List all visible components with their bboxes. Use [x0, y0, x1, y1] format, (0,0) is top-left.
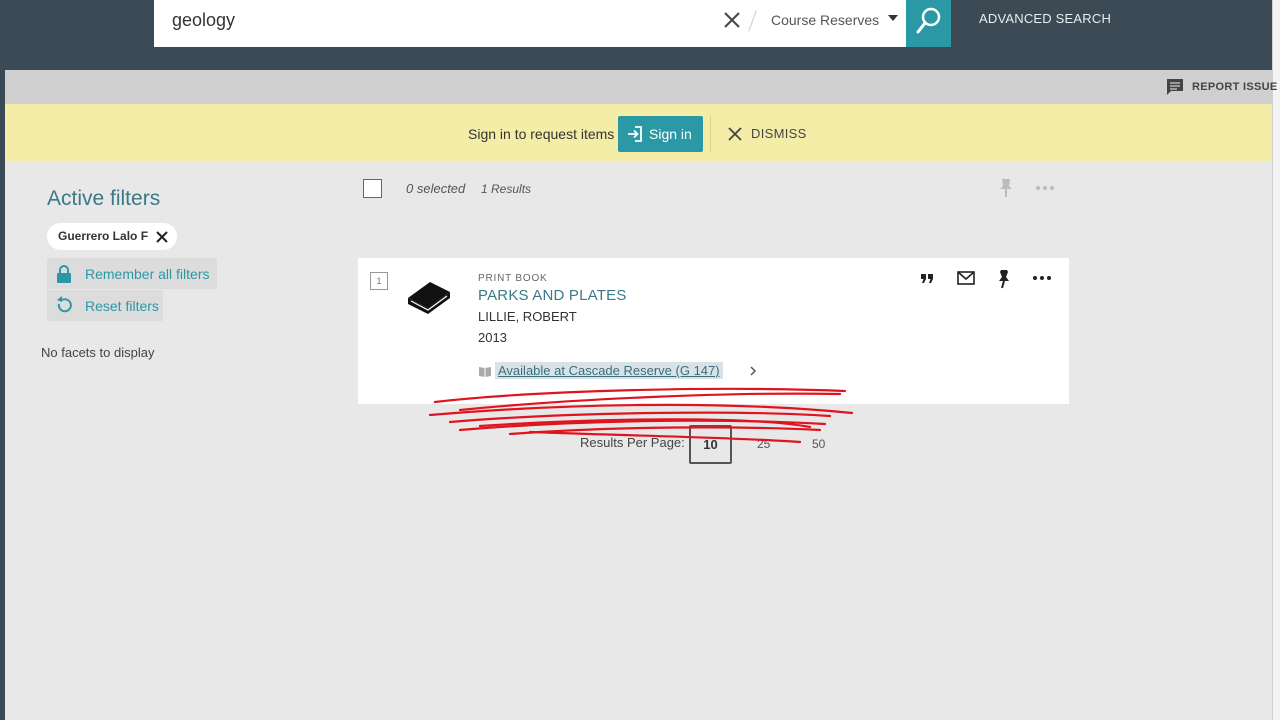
report-issue-label: REPORT ISSUE	[1192, 81, 1278, 93]
filter-chip: Guerrero Lalo F	[47, 223, 177, 250]
card-actions	[918, 269, 1058, 289]
remove-filter-icon[interactable]	[156, 231, 168, 243]
top-header: geology Course Reserves ADVANCED SEARCH	[5, 0, 1272, 70]
results-per-page-10[interactable]: 10	[689, 425, 732, 464]
signin-label: Sign in	[649, 126, 692, 142]
banner-divider	[710, 116, 711, 152]
clear-search-icon[interactable]	[720, 8, 744, 32]
lock-icon	[57, 265, 71, 283]
scope-select[interactable]: Course Reserves	[759, 0, 906, 40]
chevron-right-icon[interactable]	[748, 365, 758, 377]
scope-label: Course Reserves	[771, 12, 880, 28]
dismiss-label: DISMISS	[751, 126, 807, 141]
item-author: LILLIE, ROBERT	[478, 309, 577, 324]
caret-down-icon	[888, 15, 898, 21]
email-icon[interactable]	[956, 269, 976, 287]
signin-button[interactable]: Sign in	[618, 116, 703, 152]
select-all-checkbox[interactable]	[363, 179, 382, 198]
advanced-search-link[interactable]: ADVANCED SEARCH	[979, 11, 1111, 26]
signin-banner: Sign in to request items Sign in DISMISS	[5, 104, 1272, 162]
comment-icon	[1167, 79, 1183, 95]
pin-icon[interactable]	[998, 178, 1014, 198]
citation-icon[interactable]	[918, 269, 936, 287]
availability-link[interactable]: Available at Cascade Reserve (G 147)	[495, 362, 723, 379]
results-count: 1 Results	[481, 182, 532, 196]
close-icon	[728, 127, 742, 141]
reset-icon	[57, 296, 72, 313]
item-type: PRINT BOOK	[478, 273, 548, 284]
window-frame-right	[1272, 0, 1280, 720]
signin-message: Sign in to request items	[468, 126, 615, 142]
result-card: 1 PRINT BOOK PARKS AND PLATES LILLIE, RO…	[358, 258, 1069, 404]
results-per-page-25[interactable]: 25	[757, 437, 770, 451]
report-bar: REPORT ISSUE	[5, 70, 1277, 104]
search-box: geology Course Reserves	[154, 0, 906, 47]
book-icon	[408, 282, 450, 314]
active-filters-title: Active filters	[47, 187, 161, 210]
reset-filters-button[interactable]: Reset filters	[47, 290, 163, 321]
remember-filters-button[interactable]: Remember all filters	[47, 258, 217, 289]
pin-icon[interactable]	[996, 269, 1012, 289]
result-number: 1	[370, 272, 388, 290]
search-icon	[916, 7, 941, 34]
open-book-icon	[479, 367, 491, 377]
signin-icon	[628, 126, 642, 142]
remember-filters-label: Remember all filters	[85, 266, 210, 282]
search-input[interactable]: geology	[172, 8, 712, 32]
filter-chip-label: Guerrero Lalo F	[58, 229, 149, 243]
results-per-page-50[interactable]: 50	[812, 437, 825, 451]
search-button[interactable]	[906, 0, 951, 47]
selected-count: 0 selected	[406, 181, 466, 196]
no-facets-message: No facets to display	[41, 345, 155, 360]
results-per-page-label: Results Per Page:	[580, 435, 685, 450]
search-divider	[748, 10, 757, 32]
reset-filters-label: Reset filters	[85, 298, 159, 314]
item-title-link[interactable]: PARKS AND PLATES	[478, 287, 627, 304]
item-year: 2013	[478, 330, 507, 345]
more-options-icon[interactable]	[1032, 273, 1052, 283]
more-options-icon[interactable]	[1035, 183, 1055, 193]
